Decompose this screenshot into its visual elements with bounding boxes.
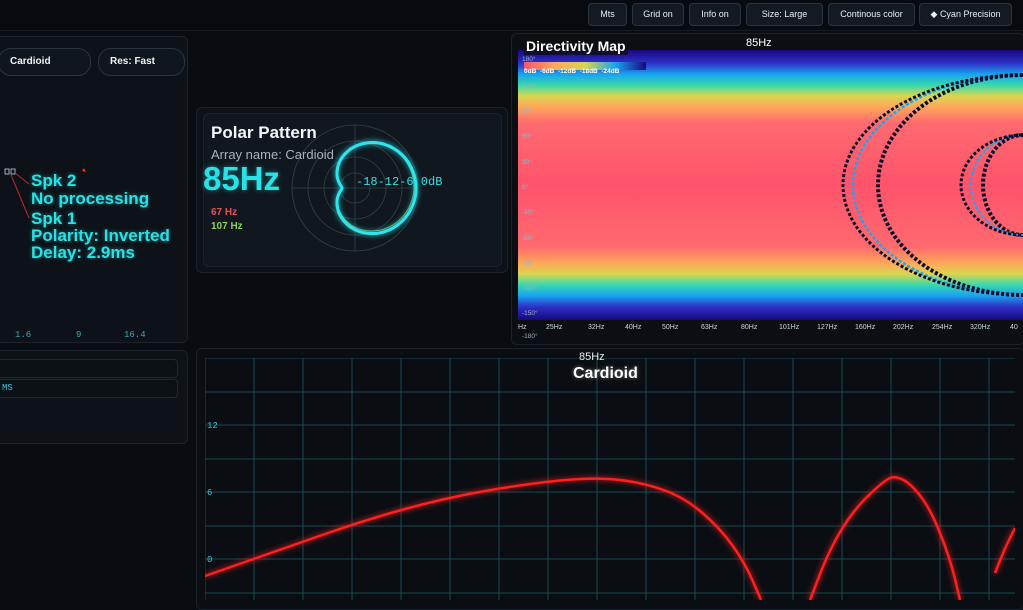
heatmap-x-label: 254Hz	[932, 324, 953, 331]
heatmap-x-label: 320Hz	[970, 324, 991, 331]
heatmap-y-label: -150°	[522, 310, 538, 317]
heatmap-x-label: 80Hz	[741, 324, 758, 331]
heatmap-y-label: -120°	[522, 285, 538, 292]
heatmap-x-label: 101Hz	[779, 324, 800, 331]
polar-db-scale: -18-12-6 0dB	[356, 175, 443, 189]
layout-axis-tick: 9	[76, 330, 82, 340]
heatmap-x-label: 25Hz	[546, 324, 563, 331]
settings-field[interactable]	[0, 359, 178, 378]
polar-title: Polar Pattern	[211, 123, 317, 142]
info-toggle-button[interactable]: Info on	[689, 3, 741, 26]
heatmap-y-label: -180°	[522, 333, 538, 340]
heatmap-y-label: -90°	[522, 260, 534, 267]
preset-select[interactable]: Cardioid	[0, 48, 91, 76]
response-title: Cardioid	[573, 365, 638, 382]
heatmap-y-label: 180°	[522, 56, 536, 63]
heatmap-y-label: 0°	[522, 184, 529, 191]
spk2-label: Spk 2	[31, 171, 77, 190]
delay-unit-text: MS	[2, 383, 13, 393]
response-chart	[205, 358, 1015, 600]
heatmap-x-label: 63Hz	[701, 324, 718, 331]
speaker-box-1[interactable]	[4, 168, 10, 175]
polar-freq-high: 107 Hz	[211, 221, 243, 232]
delay-field[interactable]: MS	[0, 379, 178, 398]
heatmap-y-label: -60°	[522, 235, 534, 242]
heatmap-y-label: 120°	[522, 83, 536, 90]
resolution-select[interactable]: Res: Fast	[98, 48, 185, 76]
heatmap-y-label: -30°	[522, 209, 534, 216]
speaker-box-2[interactable]	[10, 168, 16, 175]
response-y-tick: 12	[207, 421, 218, 431]
directivity-legend: 0dB -6dB -12dB -18dB -24dB	[524, 68, 620, 75]
heatmap-x-label: 160Hz	[855, 324, 876, 331]
heatmap-x-label: 202Hz	[893, 324, 914, 331]
directivity-frequency: 85Hz	[746, 37, 772, 49]
heatmap-y-label: 60°	[522, 133, 532, 140]
response-y-tick: 0	[207, 555, 213, 565]
heatmap-x-label: 40	[1010, 324, 1018, 331]
grid-toggle-button[interactable]: Grid on	[632, 3, 684, 26]
directivity-title: Directivity Map	[524, 37, 628, 55]
heatmap-x-label: Hz	[518, 324, 527, 331]
spk2-processing: No processing	[31, 189, 150, 208]
heatmap-x-label: 50Hz	[662, 324, 679, 331]
heatmap-x-label: 40Hz	[625, 324, 642, 331]
layout-axis-tick: 16.4	[124, 330, 146, 340]
heatmap-x-label: 127Hz	[817, 324, 838, 331]
response-frequency: 85Hz	[579, 351, 605, 363]
spk1-delay: Delay: 2.9ms	[31, 243, 135, 262]
heatmap-y-label: 30°	[522, 159, 532, 166]
response-y-tick: 6	[207, 488, 213, 498]
polar-frequency: 85Hz	[203, 160, 281, 197]
color-mode-button[interactable]: Continous color	[828, 3, 915, 26]
size-button[interactable]: Size: Large	[746, 3, 823, 26]
units-button[interactable]: Mts	[588, 3, 627, 26]
directivity-heatmap[interactable]	[518, 50, 1023, 320]
response-curve	[205, 476, 1015, 600]
top-toolbar: Mts Grid on Info on Size: Large Continou…	[0, 0, 1023, 31]
heatmap-x-label: 32Hz	[588, 324, 605, 331]
theme-button[interactable]: ◆ Cyan Precision	[919, 3, 1012, 26]
heatmap-y-label: 90°	[522, 108, 532, 115]
layout-axis-tick: 1.6	[15, 330, 32, 340]
polar-freq-low: 67 Hz	[211, 207, 238, 218]
